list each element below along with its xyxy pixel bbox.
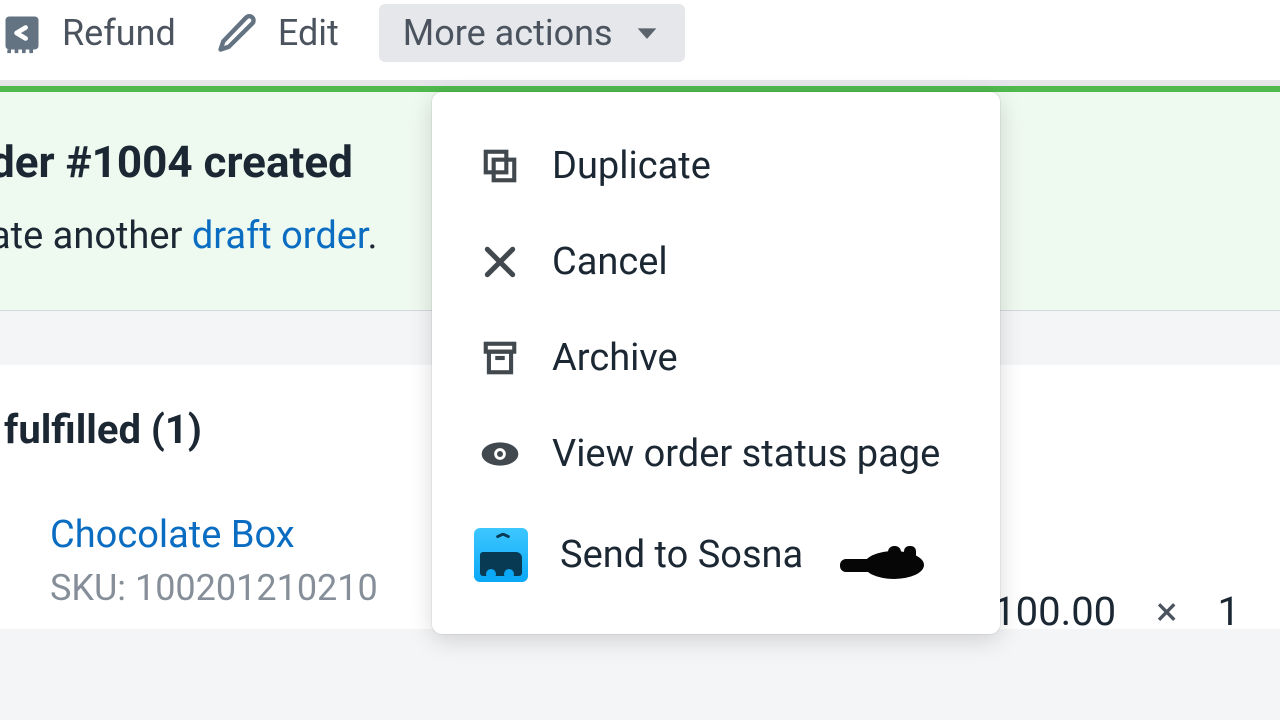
line-item-price: $100.00 × 1 [971, 588, 1240, 635]
menu-duplicate[interactable]: Duplicate [432, 118, 1000, 214]
menu-cancel[interactable]: Cancel [432, 214, 1000, 310]
pencil-icon [216, 11, 260, 55]
menu-view-status-label: View order status page [552, 432, 940, 476]
menu-archive[interactable]: Archive [432, 310, 1000, 406]
menu-cancel-label: Cancel [552, 240, 668, 284]
more-actions-button[interactable]: More actions [379, 4, 685, 62]
order-toolbar: Refund Edit More actions [0, 0, 1280, 80]
menu-archive-label: Archive [552, 336, 678, 380]
menu-view-status[interactable]: View order status page [432, 406, 1000, 502]
edit-label: Edit [278, 12, 339, 54]
duplicate-icon [480, 146, 520, 186]
refund-icon [0, 11, 44, 55]
archive-icon [480, 338, 520, 378]
eye-icon [480, 434, 520, 474]
qty-times: × [1156, 588, 1177, 635]
refund-button[interactable]: Refund [0, 11, 176, 55]
menu-duplicate-label: Duplicate [552, 144, 711, 188]
sosna-app-icon [474, 528, 528, 582]
edit-button[interactable]: Edit [216, 11, 339, 55]
menu-send-sosna-label: Send to Sosna [560, 533, 803, 577]
section-heading: fulfilled (1) [4, 406, 202, 453]
more-actions-label: More actions [403, 12, 613, 54]
caret-down-icon [633, 19, 661, 47]
pointer-annotation-icon [832, 540, 932, 590]
refund-label: Refund [62, 12, 176, 54]
qty: 1 [1218, 588, 1240, 635]
x-icon [480, 242, 520, 282]
draft-order-link[interactable]: draft order [192, 214, 368, 258]
